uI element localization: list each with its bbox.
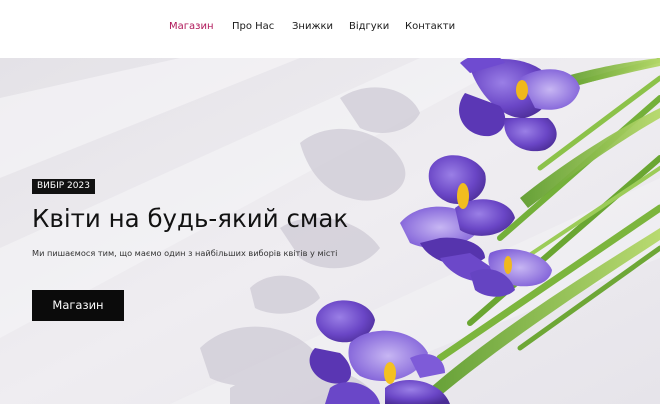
nav-item-about[interactable]: Про Нас	[232, 20, 274, 34]
nav-item-discounts[interactable]: Знижки	[292, 20, 333, 34]
page: Магазин Про Нас Знижки Відгуки Контакти	[0, 0, 660, 404]
top-navigation: Магазин Про Нас Знижки Відгуки Контакти	[0, 0, 660, 58]
nav-item-reviews[interactable]: Відгуки	[349, 20, 389, 34]
nav-item-contacts[interactable]: Контакти	[405, 20, 455, 34]
badge-choice-2023: ВИБІР 2023	[32, 179, 95, 194]
shop-button[interactable]: Магазин	[32, 290, 124, 321]
hero-section: ВИБІР 2023 Квіти на будь-який смак Ми пи…	[0, 58, 660, 404]
nav-menu: Магазин Про Нас Знижки Відгуки Контакти	[0, 20, 660, 36]
hero-title: Квіти на будь-який смак	[32, 204, 349, 233]
hero-subtitle: Ми пишаємося тим, що маємо один з найбіл…	[32, 248, 338, 258]
nav-item-shop[interactable]: Магазин	[169, 20, 214, 34]
